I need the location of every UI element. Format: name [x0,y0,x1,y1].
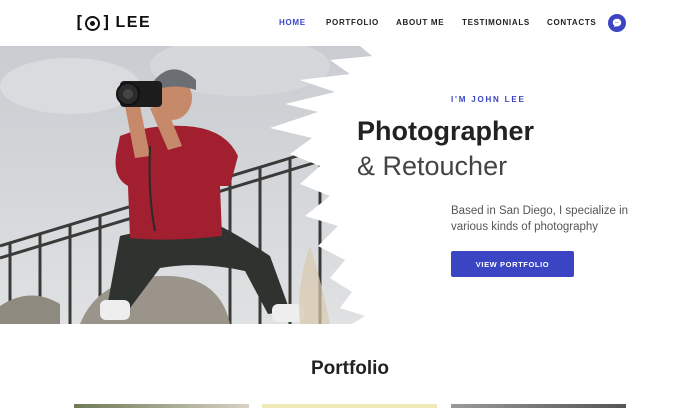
messenger-button[interactable] [608,14,626,32]
logo-bracket-left: [ [74,13,85,33]
camera-lens-icon [85,15,101,31]
view-portfolio-button[interactable]: VIEW PORTFOLIO [451,251,574,277]
nav-about-me[interactable]: ABOUT ME [396,17,444,29]
nav-portfolio[interactable]: PORTFOLIO [326,17,379,29]
site-header: [ ] LEE HOME PORTFOLIO ABOUT ME TESTIMON… [0,0,700,46]
nav-testimonials[interactable]: TESTIMONIALS [462,17,530,29]
hero-title: Photographer [357,116,535,146]
nav-contacts[interactable]: CONTACTS [547,17,596,29]
portfolio-heading: Portfolio [310,358,390,379]
nav-home[interactable]: HOME [279,17,306,29]
logo-text: LEE [115,14,152,31]
messenger-icon [612,18,622,28]
logo-bracket-right: ] [101,13,112,33]
portfolio-thumbnail[interactable] [451,404,626,408]
hero-photo [0,46,392,324]
hero-description: Based in San Diego, I specialize in vari… [451,205,629,233]
hero-subtitle: & Retoucher [357,151,508,181]
hero-eyebrow: I'M JOHN LEE [451,95,526,104]
brush-edge-decoration [270,46,392,324]
logo[interactable]: [ ] LEE [74,13,151,33]
portfolio-thumbnail[interactable] [262,404,437,408]
portfolio-thumbnail[interactable] [74,404,249,408]
